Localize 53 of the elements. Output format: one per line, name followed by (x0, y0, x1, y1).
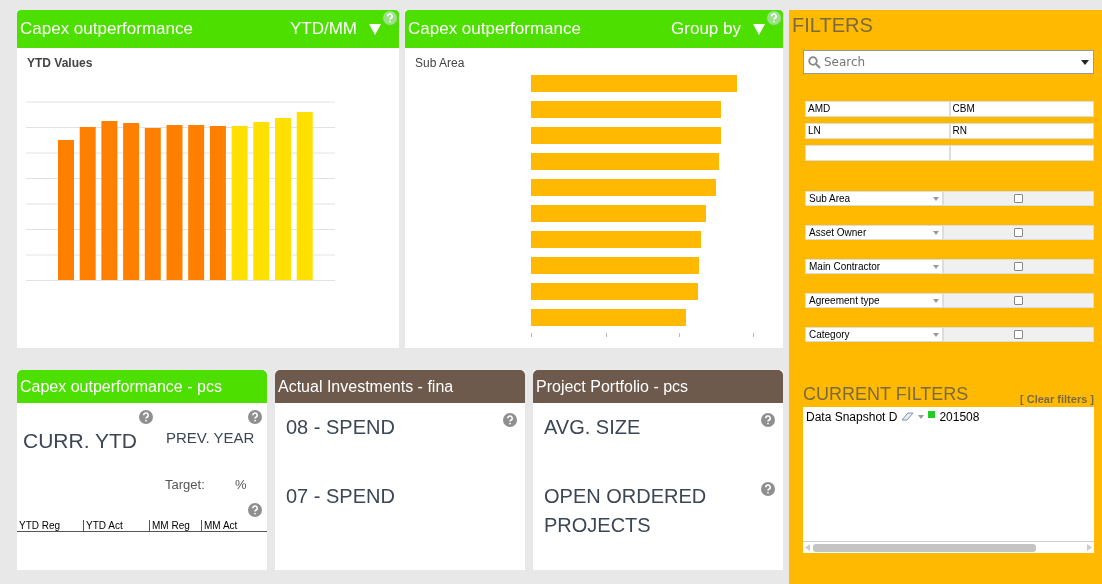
filters-title: FILTERS (792, 14, 874, 37)
search-box[interactable]: Search (803, 50, 1094, 74)
metric-label: AVG. SIZE (544, 415, 641, 440)
help-icon[interactable] (503, 413, 517, 427)
panel-title: Capex outperformance (408, 19, 582, 39)
chart-subtitle: YTD Values (27, 56, 94, 70)
search-field[interactable]: Search (824, 55, 1078, 69)
current-filters-title: CURRENT FILTERS (803, 384, 969, 405)
kpi-label: CURR. YTD (23, 429, 137, 453)
filter-value[interactable]: LN (805, 123, 950, 139)
checkbox[interactable] (1014, 330, 1023, 339)
filter-value[interactable]: CBM (949, 101, 1094, 117)
dropdown-icon[interactable] (1081, 59, 1089, 65)
card-header: Project Portfolio - pcs (533, 370, 783, 403)
checkbox[interactable] (1014, 296, 1023, 305)
search-icon (808, 55, 821, 69)
help-icon[interactable] (248, 503, 262, 517)
column-header[interactable]: YTD Act (83, 520, 149, 531)
scroll-left-icon[interactable] (805, 544, 810, 551)
help-icon[interactable] (767, 11, 781, 25)
chart-subtitle: Sub Area (415, 56, 466, 70)
filter-field: Data Snapshot D (806, 410, 898, 424)
filter-value[interactable]: RN (949, 123, 1094, 139)
filter-dropdown[interactable]: Main Contractor (805, 259, 943, 274)
help-icon[interactable] (761, 482, 775, 496)
metric-label: OPEN ORDERED PROJECTS (544, 484, 708, 538)
target-label: Target: (165, 477, 205, 492)
eraser-icon[interactable] (901, 412, 915, 422)
filter-dropdown[interactable]: Category (805, 327, 943, 342)
filter-dropdown[interactable]: Sub Area (805, 191, 943, 206)
checkbox[interactable] (1014, 194, 1023, 203)
column-header[interactable]: MM Act (201, 520, 256, 531)
metric-label: 08 - SPEND (286, 415, 395, 440)
scroll-right-icon[interactable] (1087, 544, 1092, 551)
card-header: Capex outperformance - pcs (17, 370, 267, 403)
column-header[interactable]: YTD Reg (17, 520, 83, 531)
filter-dropdown[interactable]: Asset Owner (805, 225, 943, 240)
metric-label: 07 - SPEND (286, 484, 395, 509)
help-icon[interactable] (761, 413, 775, 427)
horizontal-scrollbar[interactable] (803, 541, 1094, 553)
target-unit: % (235, 477, 247, 492)
panel-title: Capex outperformance (20, 19, 194, 39)
filter-value[interactable]: AMD (805, 101, 950, 117)
help-icon[interactable] (383, 11, 397, 25)
card-header: Actual Investments - fina (275, 370, 525, 403)
checkbox[interactable] (1014, 262, 1023, 271)
kpi-label: PREV. YEAR (166, 429, 255, 446)
help-icon[interactable] (248, 410, 262, 424)
help-icon[interactable] (139, 410, 153, 424)
filter-dropdown[interactable]: Agreement type (805, 293, 943, 308)
filter-value: 201508 (939, 410, 980, 424)
column-header[interactable]: MM Reg (149, 520, 201, 531)
checkbox[interactable] (1014, 228, 1023, 237)
